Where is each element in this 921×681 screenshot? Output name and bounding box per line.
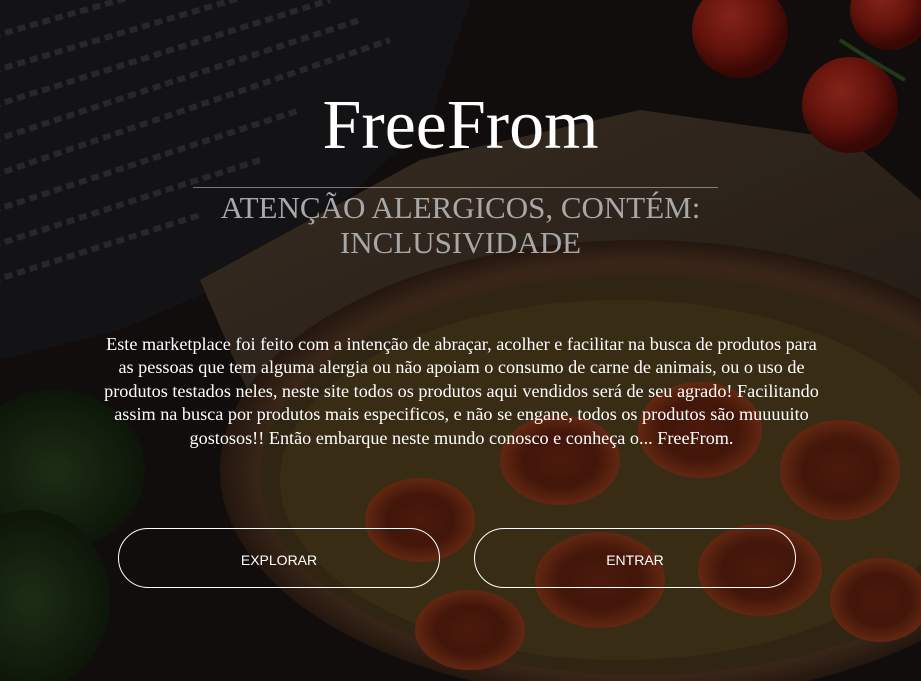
hero-section: FreeFrom ATENÇÃO ALERGICOS, CONTÉM: INCL… (0, 0, 921, 681)
hero-subtitle: ATENÇÃO ALERGICOS, CONTÉM: INCLUSIVIDADE (220, 190, 701, 260)
hero-description: Este marketplace foi feito com a intençã… (104, 334, 819, 448)
title-divider (193, 187, 718, 188)
site-title: FreeFrom (322, 87, 599, 164)
explore-button[interactable]: EXPLORAR (118, 528, 440, 588)
enter-button[interactable]: ENTRAR (474, 528, 796, 588)
